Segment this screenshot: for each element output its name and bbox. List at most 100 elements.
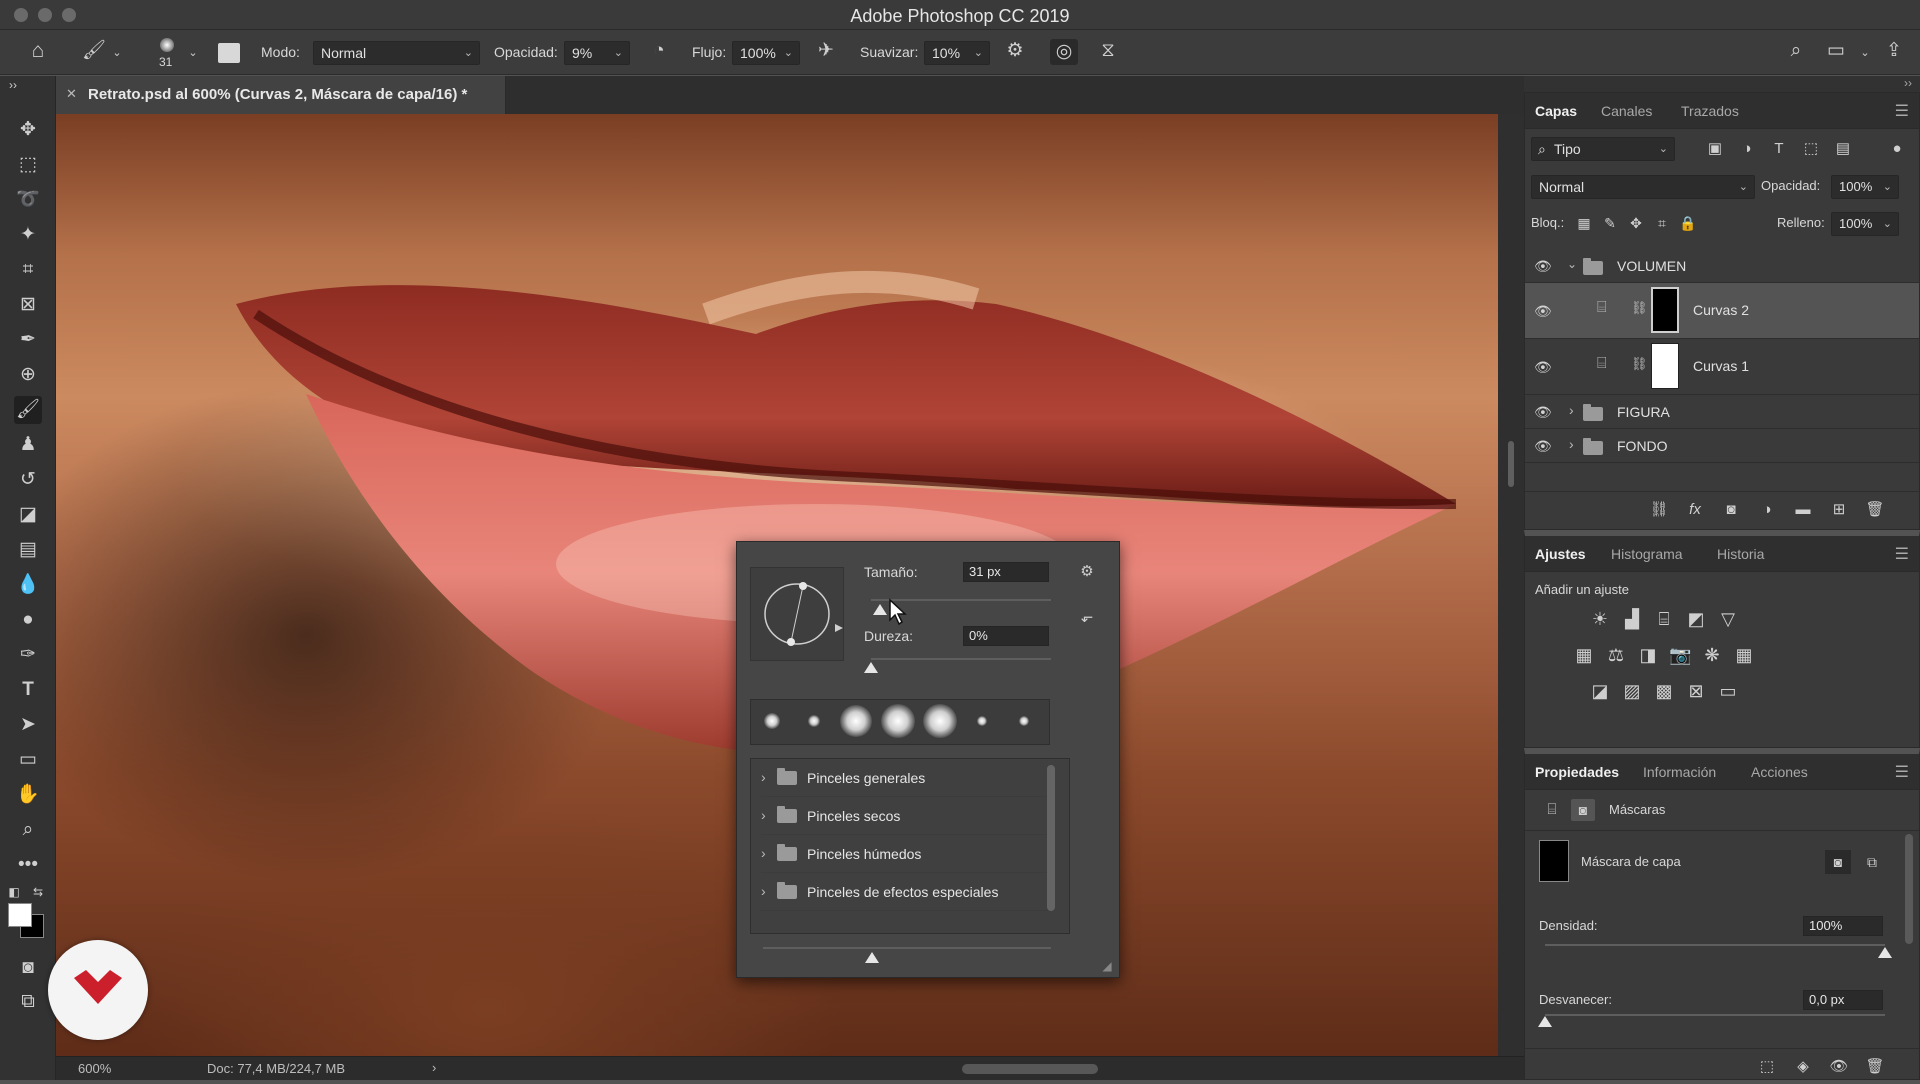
properties-scrollbar[interactable] bbox=[1905, 834, 1913, 944]
brush-tip[interactable] bbox=[793, 700, 835, 742]
brightness-icon[interactable]: ☀ bbox=[1589, 608, 1611, 630]
feather-slider[interactable] bbox=[1545, 1014, 1885, 1016]
lock-position-icon[interactable]: ✥ bbox=[1627, 213, 1645, 233]
type-tool-icon[interactable]: T bbox=[14, 676, 42, 704]
trash-icon[interactable]: 🗑 bbox=[1865, 1057, 1885, 1077]
zoom-level[interactable]: 600% bbox=[78, 1061, 111, 1076]
curves-icon[interactable]: ⌸ bbox=[1653, 608, 1675, 630]
blur-tool-icon[interactable]: 💧 bbox=[14, 571, 42, 599]
feather-slider-handle[interactable] bbox=[1538, 1016, 1552, 1027]
brush-tip[interactable] bbox=[835, 700, 877, 742]
eraser-tool-icon[interactable]: ◪ bbox=[14, 501, 42, 529]
brush-tip[interactable] bbox=[1003, 700, 1045, 742]
tab-properties[interactable]: Propiedades bbox=[1535, 764, 1619, 780]
tab-adjustments[interactable]: Ajustes bbox=[1535, 546, 1586, 562]
blend-mode-select[interactable]: Normal ⌄ bbox=[1531, 175, 1755, 199]
horizontal-scrollbar-thumb[interactable] bbox=[962, 1064, 1098, 1074]
brush-tool-preset-icon[interactable]: 🖌 bbox=[82, 41, 106, 61]
clone-stamp-tool-icon[interactable]: ♟ bbox=[14, 431, 42, 459]
mode-select[interactable]: Normal ⌄ bbox=[313, 41, 480, 65]
search-icon[interactable]: ⌕ bbox=[1784, 41, 1808, 61]
density-slider-handle[interactable] bbox=[1878, 947, 1892, 958]
feather-input[interactable]: 0,0 px bbox=[1803, 990, 1883, 1010]
zoom-tool-icon[interactable]: ⌕ bbox=[14, 816, 42, 844]
layer-row-group[interactable]: 👁 › FIGURA bbox=[1525, 395, 1919, 429]
density-slider[interactable] bbox=[1545, 944, 1885, 946]
rectangle-tool-icon[interactable]: ▭ bbox=[14, 746, 42, 774]
new-preset-icon[interactable]: ⬐ bbox=[1075, 608, 1099, 628]
resize-grip-icon[interactable]: ◢ bbox=[1099, 956, 1115, 976]
lock-all-icon[interactable]: 🔒 bbox=[1679, 213, 1697, 233]
chevron-down-icon[interactable]: ⌄ bbox=[1567, 257, 1577, 271]
new-group-icon[interactable]: ▬ bbox=[1793, 500, 1813, 520]
collapse-panels-icon[interactable]: ›› bbox=[1904, 76, 1912, 90]
history-brush-tool-icon[interactable]: ↺ bbox=[14, 466, 42, 494]
healing-brush-tool-icon[interactable]: ⊕ bbox=[14, 361, 42, 389]
visibility-eye-icon[interactable]: 👁 bbox=[1534, 438, 1552, 455]
layer-filter-select[interactable]: ⌕ Tipo ⌄ bbox=[1531, 137, 1675, 161]
hardness-slider-handle[interactable] bbox=[864, 662, 878, 673]
chevron-down-icon[interactable]: ⌄ bbox=[110, 43, 124, 63]
swap-colors-icon[interactable]: ⇆ bbox=[30, 884, 46, 900]
tab-info[interactable]: Información bbox=[1643, 764, 1716, 780]
layer-opacity-input[interactable]: 100% ⌄ bbox=[1831, 175, 1899, 199]
panel-menu-icon[interactable]: ☰ bbox=[1895, 101, 1909, 121]
visibility-eye-icon[interactable]: 👁 bbox=[1534, 303, 1552, 320]
folder-list-scrollbar[interactable] bbox=[1047, 765, 1055, 911]
curves-adjustment-icon[interactable]: ⌸ bbox=[1541, 800, 1563, 820]
color-balance-icon[interactable]: ⚖ bbox=[1605, 644, 1627, 666]
pressure-size-icon[interactable]: ◎ bbox=[1050, 39, 1078, 65]
brush-tip[interactable] bbox=[919, 700, 961, 742]
visibility-eye-icon[interactable]: 👁 bbox=[1534, 258, 1552, 275]
filter-type-icon[interactable]: T bbox=[1769, 139, 1789, 159]
panel-menu-icon[interactable]: ☰ bbox=[1895, 762, 1909, 782]
brush-angle-preview[interactable] bbox=[750, 567, 844, 661]
fx-icon[interactable]: fx bbox=[1685, 500, 1705, 520]
trash-icon[interactable]: 🗑 bbox=[1865, 500, 1885, 520]
tab-paths[interactable]: Trazados bbox=[1681, 103, 1739, 119]
lock-artboard-icon[interactable]: ⌗ bbox=[1653, 213, 1671, 233]
chevron-right-icon[interactable]: › bbox=[1569, 402, 1574, 418]
quick-mask-icon[interactable]: ◙ bbox=[14, 954, 42, 982]
color-lookup-icon[interactable]: ▦ bbox=[1733, 644, 1755, 666]
fill-input[interactable]: 100% ⌄ bbox=[1831, 212, 1899, 236]
folder-row[interactable]: › Pinceles generales bbox=[761, 759, 1051, 797]
tab-histogram[interactable]: Histograma bbox=[1611, 546, 1683, 562]
close-icon[interactable]: ✕ bbox=[66, 86, 77, 102]
screen-mode-icon[interactable]: ⧉ bbox=[14, 988, 42, 1016]
hardness-slider[interactable] bbox=[871, 658, 1051, 660]
vector-mask-icon[interactable]: ⧉ bbox=[1859, 850, 1885, 874]
brush-settings-panel-icon[interactable] bbox=[218, 43, 240, 63]
folder-row[interactable]: › Pinceles húmedos bbox=[761, 835, 1051, 873]
preview-size-slider-handle[interactable] bbox=[865, 952, 879, 963]
visibility-eye-icon[interactable]: 👁 bbox=[1534, 359, 1552, 376]
flow-input[interactable]: 100% ⌄ bbox=[732, 41, 800, 65]
link-icon[interactable]: ⛓ bbox=[1631, 356, 1648, 372]
filter-pixel-icon[interactable]: ▣ bbox=[1705, 139, 1725, 159]
lasso-tool-icon[interactable]: ➰ bbox=[14, 186, 42, 214]
size-input[interactable]: 31 px bbox=[963, 562, 1049, 582]
tab-history[interactable]: Historia bbox=[1717, 546, 1764, 562]
status-chevron-icon[interactable]: › bbox=[432, 1060, 436, 1075]
home-icon[interactable]: ⌂ bbox=[26, 40, 50, 61]
chevron-right-icon[interactable]: › bbox=[1569, 436, 1574, 452]
visibility-eye-icon[interactable]: 👁 bbox=[1534, 404, 1552, 421]
foreground-color-swatch[interactable] bbox=[8, 903, 32, 927]
selective-color-icon[interactable]: ⊠ bbox=[1685, 680, 1707, 702]
brush-tip[interactable] bbox=[751, 700, 793, 742]
eyedropper-tool-icon[interactable]: ✒ bbox=[14, 326, 42, 354]
tab-channels[interactable]: Canales bbox=[1601, 103, 1652, 119]
magic-wand-tool-icon[interactable]: ✦ bbox=[14, 221, 42, 249]
apply-mask-icon[interactable]: ◈ bbox=[1793, 1057, 1813, 1077]
invert-icon[interactable]: ◪ bbox=[1589, 680, 1611, 702]
pressure-opacity-icon[interactable]: ◔ bbox=[648, 41, 670, 61]
posterize-icon[interactable]: ▨ bbox=[1621, 680, 1643, 702]
gear-icon[interactable]: ⚙ bbox=[1004, 41, 1026, 61]
layer-mask-thumbnail[interactable] bbox=[1651, 287, 1679, 333]
brush-tip[interactable] bbox=[961, 700, 1003, 742]
photo-filter-icon[interactable]: 📷 bbox=[1669, 644, 1691, 666]
link-layers-icon[interactable]: ⛓ bbox=[1649, 500, 1669, 520]
filter-toggle-icon[interactable]: ● bbox=[1887, 139, 1907, 159]
opacity-input[interactable]: 9% ⌄ bbox=[564, 41, 630, 65]
crop-tool-icon[interactable]: ⌗ bbox=[14, 256, 42, 284]
